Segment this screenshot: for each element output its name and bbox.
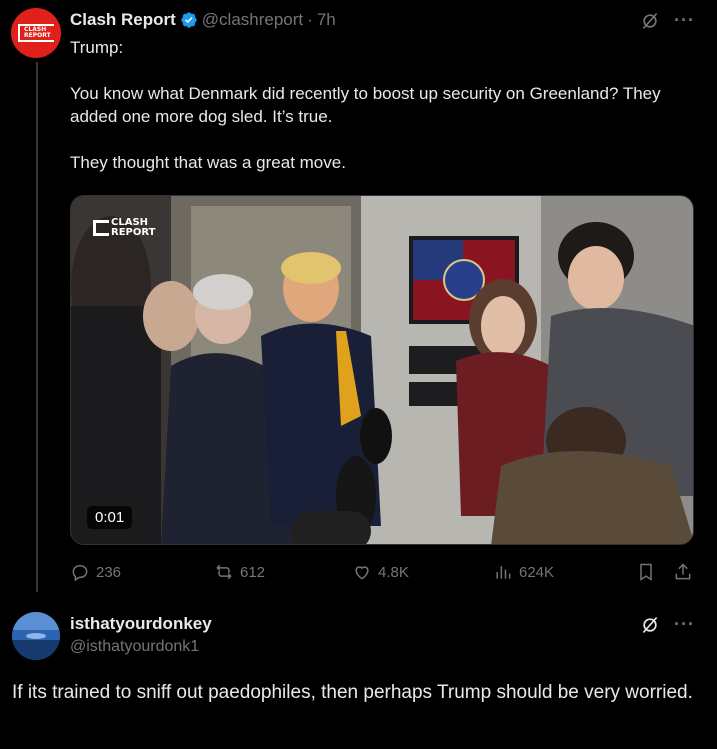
- separator-dot: ·: [307, 10, 313, 29]
- bookmark-button[interactable]: [636, 562, 656, 582]
- reply-count: 236: [96, 563, 122, 581]
- reply-text: If its trained to sniff out paedophiles,…: [12, 682, 693, 703]
- views-button[interactable]: 624K: [493, 562, 554, 582]
- views-count: 624K: [519, 563, 555, 581]
- tweet-header: Clash Report @clashreport · 7h: [70, 10, 336, 30]
- reply-top-icons: ···: [640, 614, 695, 635]
- author-name[interactable]: Clash Report: [70, 10, 176, 30]
- share-button[interactable]: [673, 562, 693, 582]
- like-count: 4.8K: [378, 563, 409, 581]
- author-handle[interactable]: @clashreport: [202, 10, 303, 30]
- video-frame: [71, 196, 693, 544]
- reply-icon: [72, 564, 88, 582]
- clash-report-logo: CLASH REPORT: [18, 24, 54, 42]
- verified-badge-icon: [181, 12, 197, 28]
- thread-connector-line: [36, 62, 38, 592]
- bookmark-icon: [640, 563, 652, 581]
- grok-icon[interactable]: [640, 11, 660, 31]
- reply-author-handle[interactable]: @isthatyourdonk1: [70, 638, 199, 656]
- like-icon: [355, 566, 369, 580]
- grok-icon[interactable]: [640, 615, 660, 635]
- views-icon: [496, 566, 511, 579]
- video-watermark: CLASH REPORT: [93, 218, 155, 238]
- repost-button[interactable]: 612: [214, 562, 265, 582]
- like-button[interactable]: 4.8K: [352, 562, 409, 582]
- more-icon[interactable]: ···: [674, 614, 695, 635]
- repost-count: 612: [240, 563, 266, 581]
- reply-author-name[interactable]: isthatyourdonkey: [70, 614, 212, 634]
- avatar-image: [12, 612, 60, 660]
- avatar[interactable]: CLASH REPORT: [11, 8, 61, 58]
- tweet-time[interactable]: 7h: [317, 10, 336, 30]
- repost-icon: [216, 564, 232, 580]
- video-player[interactable]: CLASH REPORT 0:01: [70, 195, 694, 545]
- avatar[interactable]: [12, 612, 60, 660]
- more-icon[interactable]: ···: [674, 10, 695, 31]
- tweet-actions: 236 612 4.8K 624K: [70, 562, 696, 586]
- reply-button[interactable]: 236: [70, 562, 121, 582]
- tweet-text: Trump: You know what Denmark did recentl…: [70, 38, 661, 172]
- tweet-top-icons: ···: [640, 10, 695, 31]
- share-icon: [675, 563, 691, 580]
- video-duration: 0:01: [87, 506, 133, 529]
